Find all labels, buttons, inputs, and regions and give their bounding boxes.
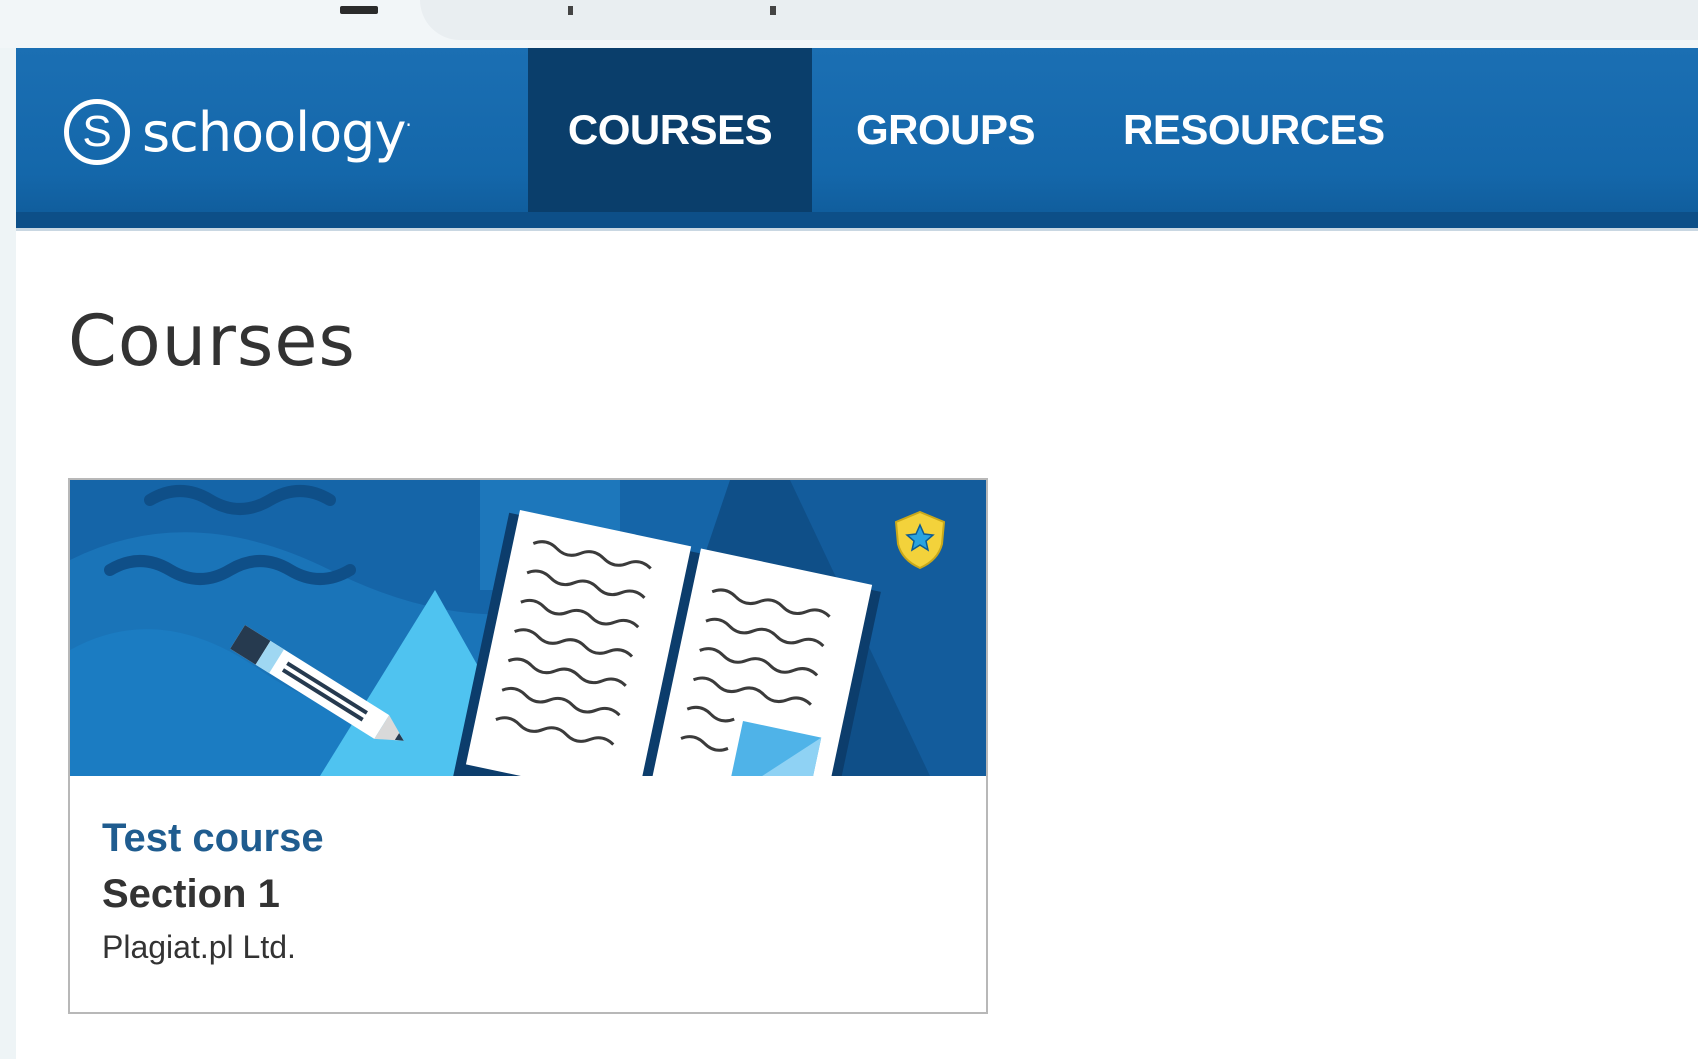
- browser-tab-fragment: [568, 6, 573, 15]
- course-school: Plagiat.pl Ltd.: [102, 929, 296, 965]
- course-section: Section 1: [102, 872, 280, 916]
- course-name-link[interactable]: Test course: [102, 810, 324, 866]
- course-info: Test course Section 1 Plagiat.pl Ltd.: [102, 810, 324, 972]
- main-nav: COURSES GROUPS RESOURCES: [528, 48, 1429, 212]
- nav-tab-groups[interactable]: GROUPS: [812, 48, 1079, 212]
- browser-top-strip: [0, 0, 1698, 48]
- schoology-logo[interactable]: S schoology·: [64, 92, 412, 172]
- course-banner-image[interactable]: [70, 480, 986, 776]
- schoology-logo-icon: S: [64, 99, 130, 165]
- navbar-bottom-edge: [16, 212, 1698, 228]
- browser-tab-fragment: [770, 6, 776, 15]
- nav-tab-resources[interactable]: RESOURCES: [1079, 48, 1429, 212]
- schoology-logo-text: schoology·: [142, 100, 412, 164]
- nav-tab-courses[interactable]: COURSES: [528, 48, 812, 212]
- browser-address-bar: [420, 0, 1698, 40]
- course-card[interactable]: Test course Section 1 Plagiat.pl Ltd.: [68, 478, 988, 1014]
- page-title: Courses: [68, 300, 356, 382]
- browser-tab-fragment: [340, 6, 378, 14]
- top-navbar: S schoology· COURSES GROUPS RESOURCES: [16, 48, 1698, 231]
- window-left-border: [0, 48, 16, 1059]
